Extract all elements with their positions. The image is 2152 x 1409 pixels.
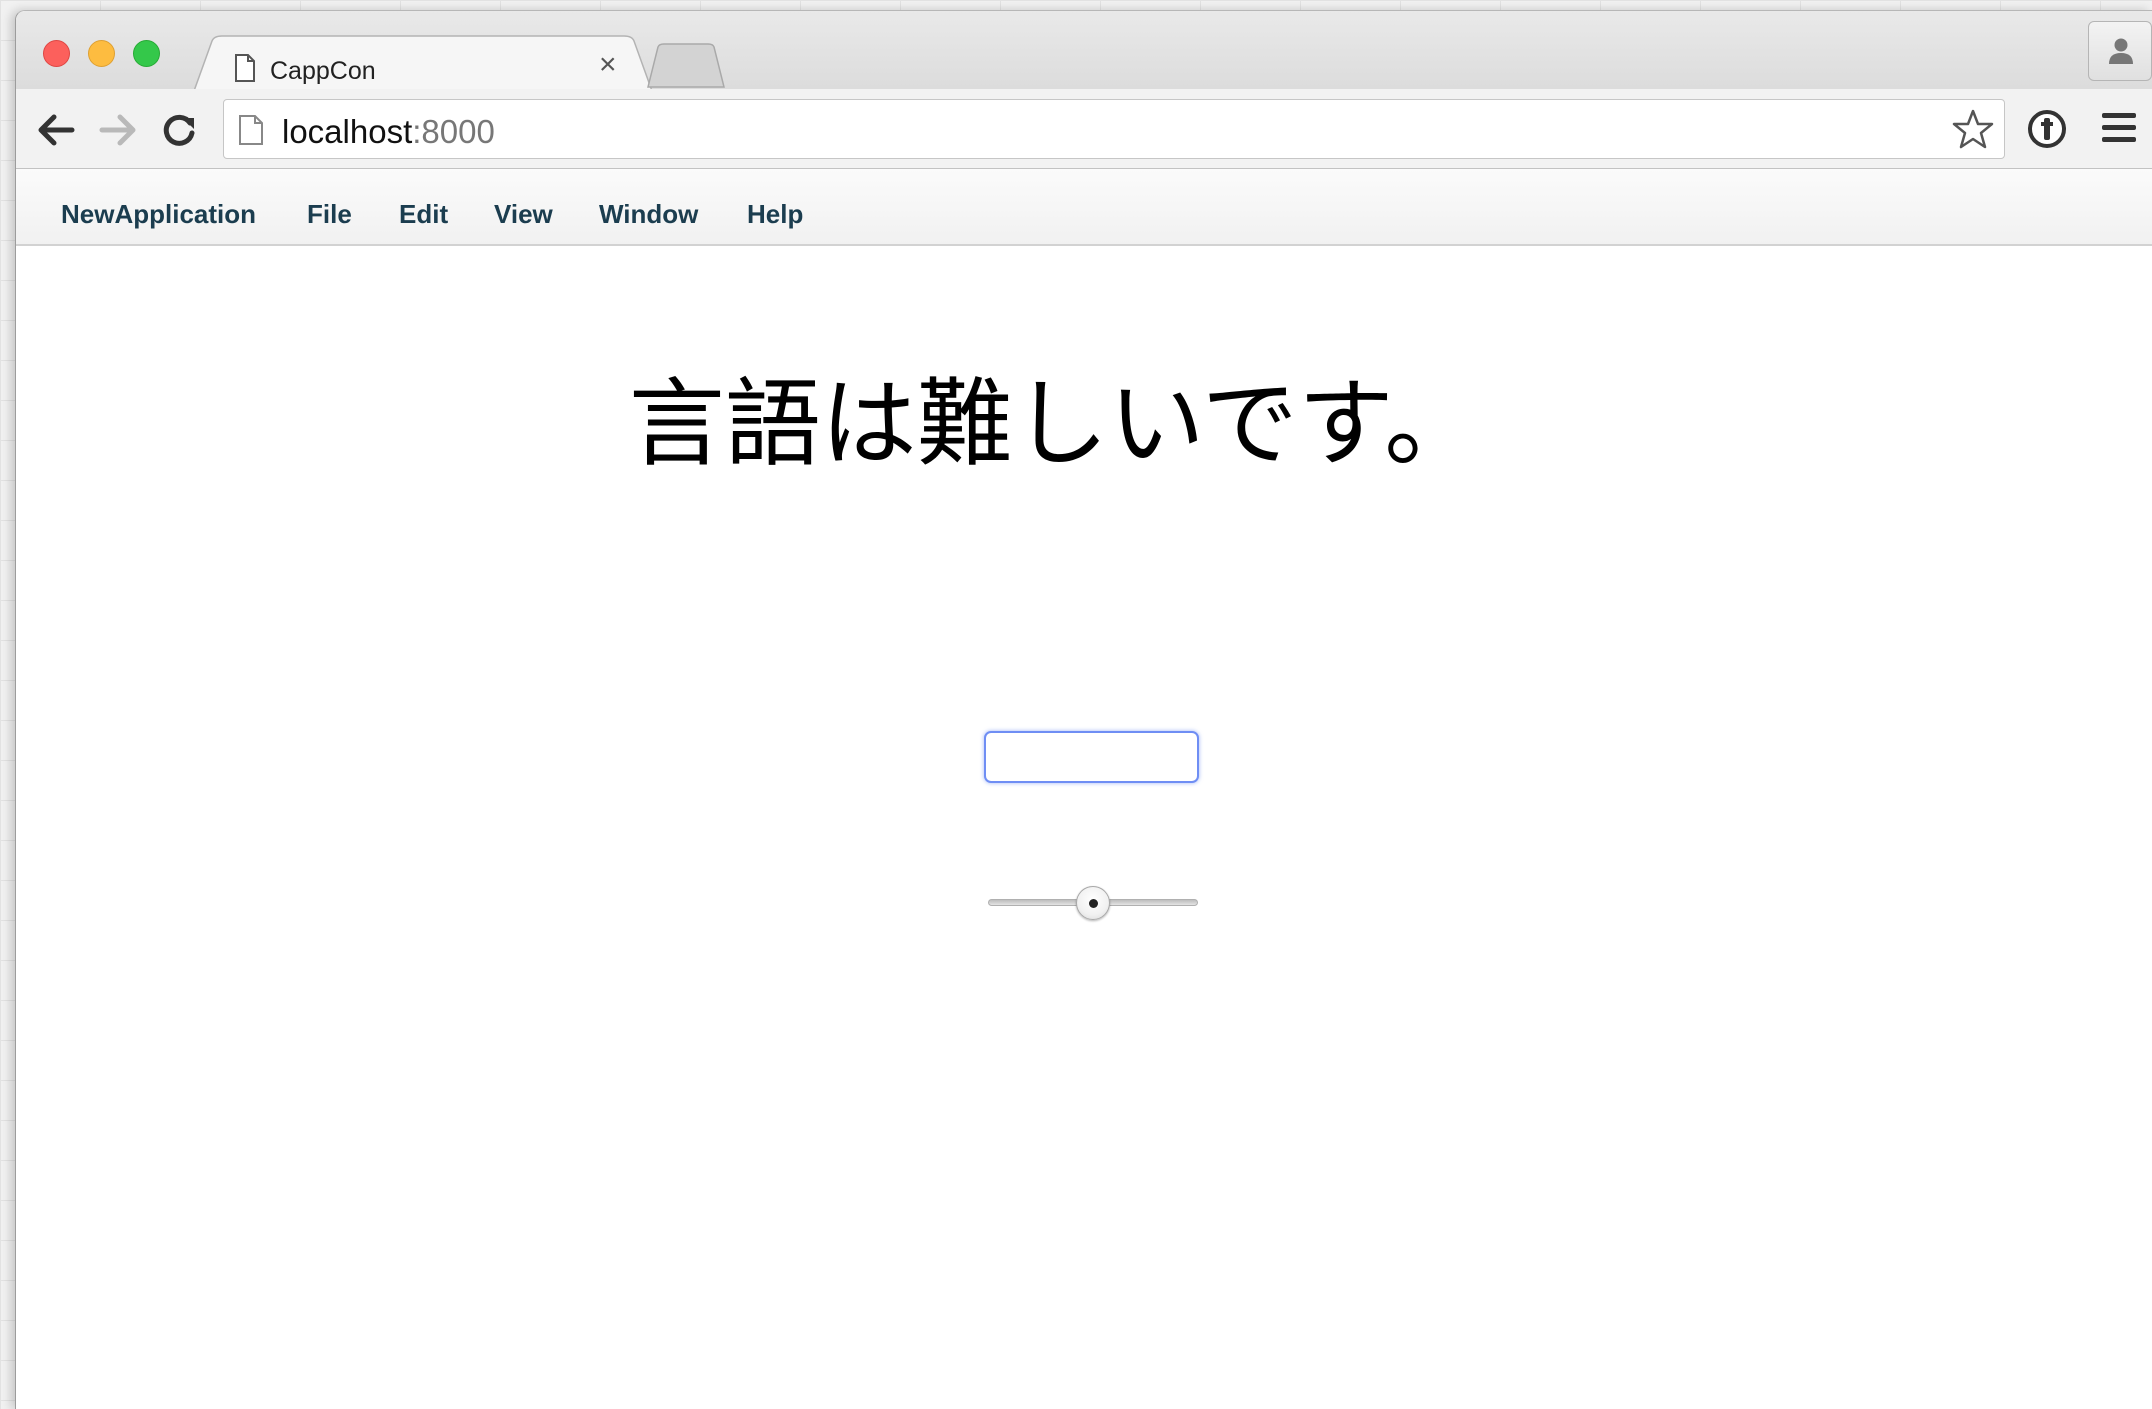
slider[interactable]: [988, 884, 1198, 924]
password-manager-icon[interactable]: [2026, 108, 2068, 150]
address-bar[interactable]: localhost:8000: [223, 99, 2005, 159]
minimize-window-button[interactable]: [88, 40, 115, 67]
zoom-window-button[interactable]: [133, 40, 160, 67]
app-content: 言語は難しいです。: [16, 246, 2152, 1409]
document-icon: [235, 54, 255, 82]
menu-file[interactable]: File: [307, 199, 352, 230]
browser-window: CappCon × localhost:8000 NewApplication …: [15, 10, 2152, 1409]
url-text[interactable]: localhost:8000: [282, 113, 495, 151]
url-host: localhost: [282, 113, 413, 150]
bookmark-star-icon[interactable]: [1952, 108, 1994, 150]
slider-thumb-dot: [1089, 899, 1098, 908]
menu-window[interactable]: Window: [599, 199, 698, 230]
browser-toolbar: localhost:8000: [16, 89, 2152, 169]
close-tab-icon[interactable]: ×: [599, 50, 617, 80]
close-window-button[interactable]: [43, 40, 70, 67]
text-field[interactable]: [984, 731, 1199, 783]
page-icon: [239, 115, 263, 145]
person-icon: [2109, 38, 2133, 64]
menu-view[interactable]: View: [494, 199, 553, 230]
menu-newapplication[interactable]: NewApplication: [61, 199, 256, 230]
slider-thumb[interactable]: [1076, 886, 1110, 920]
new-tab-button[interactable]: [646, 43, 726, 89]
back-arrow-icon[interactable]: [36, 113, 76, 147]
app-menu-bar: NewApplication File Edit View Window Hel…: [16, 169, 2152, 246]
page-heading: 言語は難しいです。: [628, 368, 1481, 480]
reload-icon[interactable]: [161, 113, 197, 149]
forward-arrow-icon[interactable]: [98, 113, 138, 147]
url-port: :8000: [412, 113, 495, 150]
menu-help[interactable]: Help: [747, 199, 803, 230]
menu-icon[interactable]: [2101, 111, 2137, 145]
profile-button[interactable]: [2088, 21, 2152, 81]
tab-cappcon[interactable]: CappCon ×: [194, 35, 654, 91]
tab-title: CappCon: [270, 57, 376, 85]
menu-edit[interactable]: Edit: [399, 199, 448, 230]
tab-strip: CappCon ×: [16, 11, 2152, 91]
